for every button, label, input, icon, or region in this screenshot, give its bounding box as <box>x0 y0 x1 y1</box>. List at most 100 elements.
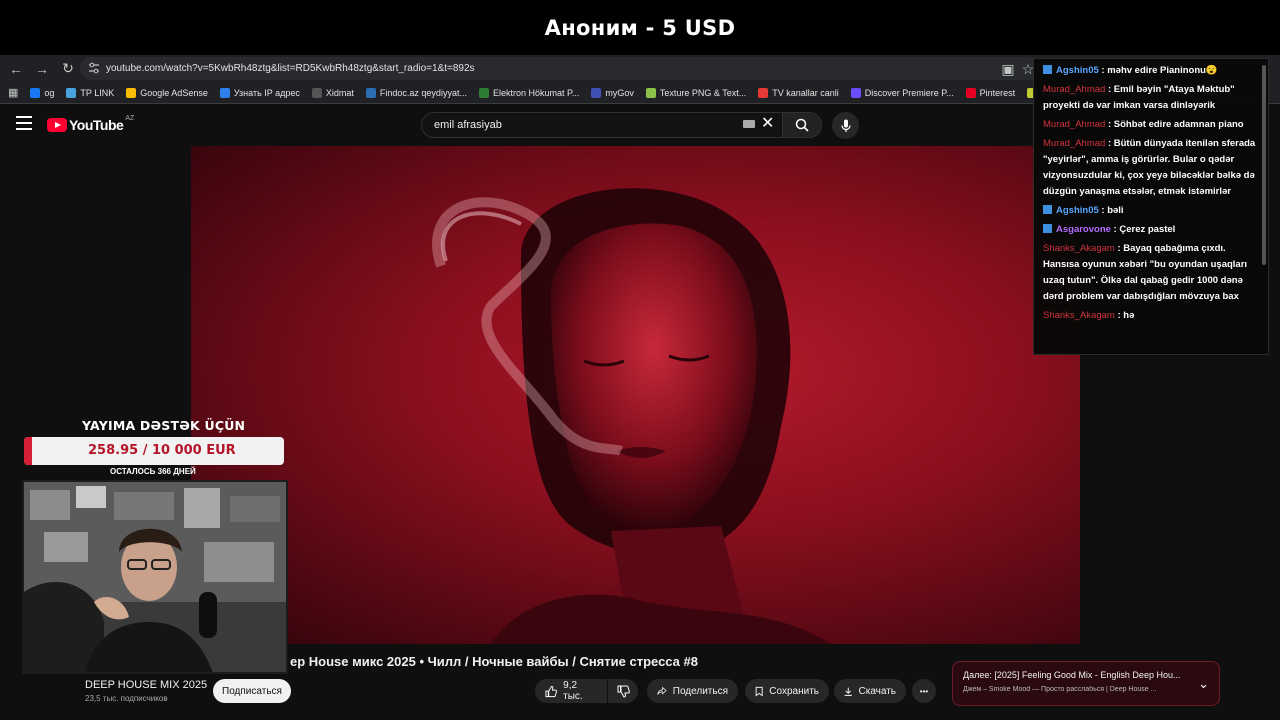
site-settings-icon[interactable] <box>88 62 100 74</box>
ip-icon <box>219 87 230 98</box>
dislike-button[interactable] <box>608 679 638 703</box>
pinterest-icon <box>965 87 976 98</box>
bookmark-label: Pinterest <box>979 87 1016 98</box>
menu-icon[interactable] <box>16 116 32 130</box>
bookmark-item[interactable]: og <box>30 87 55 98</box>
url-bar[interactable]: youtube.com/watch?v=5KwbRh48ztg&list=RD5… <box>80 57 1040 80</box>
chat-username[interactable]: Agshin05 <box>1056 65 1099 76</box>
bookmark-item[interactable]: Google AdSense <box>126 87 208 98</box>
up-next-subtitle: Джем – Smoke Mood — Просто расслабься | … <box>963 686 1157 693</box>
viewer-badge-icon <box>1043 224 1052 233</box>
chat-username[interactable]: Murad_Ahmad <box>1043 84 1105 95</box>
share-icon <box>657 686 667 695</box>
save-button[interactable]: Сохранить <box>745 679 829 703</box>
bookmark-item[interactable]: Texture PNG & Text... <box>645 87 747 98</box>
url-text: youtube.com/watch?v=5KwbRh48ztg&list=RD5… <box>106 63 475 74</box>
google-icon <box>126 87 137 98</box>
clear-search-icon[interactable]: ✕ <box>761 115 774 133</box>
tplink-icon <box>66 87 77 98</box>
chat-username[interactable]: Agshin05 <box>1056 205 1099 216</box>
video-player[interactable] <box>191 146 1080 644</box>
bookmark-label: myGov <box>605 87 634 98</box>
chat-message: Asgarovone : Çerez pastel <box>1043 222 1260 238</box>
chat-text: : Söhbət edire adamnan piano <box>1105 119 1244 130</box>
search-button[interactable] <box>782 112 822 138</box>
bookmark-item[interactable]: Xidmat <box>311 87 354 98</box>
up-next-title: Далее: [2025] Feeling Good Mix - English… <box>963 670 1181 680</box>
texture-icon <box>645 87 656 98</box>
subscribe-button[interactable]: Подписаться <box>213 679 291 703</box>
thumbs-down-icon <box>617 685 630 698</box>
more-actions-button[interactable]: ••• <box>912 679 936 703</box>
chat-username[interactable]: Shanks_Akagam <box>1043 243 1115 254</box>
donation-alert-banner: Аноним - 5 USD <box>0 0 1280 56</box>
subscriber-count: 23,5 тыс. подписчиков <box>85 694 168 703</box>
youtube-play-icon <box>47 118 67 132</box>
bookmark-label: Texture PNG & Text... <box>659 87 747 98</box>
youtube-wordmark: YouTube <box>69 117 124 133</box>
chat-username[interactable]: Asgarovone <box>1056 224 1111 235</box>
channel-name[interactable]: DEEP HOUSE MIX 2025 <box>85 679 207 691</box>
bookmark-label: TV kanallar canli <box>772 87 839 98</box>
stream-chat-overlay: Agshin05 : məhv edire Pianinonu😮 Murad_Ah… <box>1033 58 1269 355</box>
bookmark-item[interactable]: Pinterest <box>965 87 1016 98</box>
chat-message: Shanks_Akagam : hə <box>1043 308 1260 324</box>
bookmark-item[interactable]: Узнать IP адрес <box>219 87 300 98</box>
save-label: Сохранить <box>769 685 819 697</box>
chat-message: Shanks_Akagam : Bayaq qabağıma çıxdı. Ha… <box>1043 241 1260 305</box>
search-query: emil afrasiyab <box>434 119 502 131</box>
premiere-icon <box>850 87 861 98</box>
bookmark-label: og <box>44 87 55 98</box>
donation-days-left: ОСТАЛОСЬ 366 ДНЕЙ <box>110 467 196 476</box>
donation-alert-text: Аноним - 5 USD <box>544 16 736 40</box>
chat-username[interactable]: Murad_Ahmad <box>1043 119 1105 130</box>
bookmark-item[interactable]: TV kanallar canli <box>758 87 839 98</box>
thumbs-up-icon <box>545 685 557 697</box>
webcam-image <box>24 482 286 672</box>
chat-username[interactable]: Murad_Ahmad <box>1043 138 1105 149</box>
search-input[interactable]: emil afrasiyab <box>421 112 783 138</box>
bookmark-label: TP LINK <box>80 87 115 98</box>
bookmark-label: Xidmat <box>325 87 354 98</box>
bookmark-item[interactable]: Elektron Hökumat P... <box>478 87 580 98</box>
download-button[interactable]: Скачать <box>834 679 906 703</box>
bookmark-item[interactable]: Discover Premiere P... <box>850 87 954 98</box>
video-frame-image <box>432 188 831 644</box>
chat-message: Murad_Ahmad : Bütün dünyada itenilən sfe… <box>1043 136 1260 200</box>
bookmark-item[interactable]: TP LINK <box>66 87 115 98</box>
like-button[interactable]: 9,2 тыс. <box>535 679 607 703</box>
download-label: Скачать <box>858 685 897 697</box>
search-icon <box>795 118 809 132</box>
country-code: AZ <box>125 114 135 122</box>
viewer-badge-icon <box>1043 205 1052 214</box>
up-next-card[interactable]: Далее: [2025] Feeling Good Mix - English… <box>952 661 1220 706</box>
apps-icon[interactable]: ▦ <box>8 86 18 99</box>
share-button[interactable]: Поделиться <box>647 679 738 703</box>
bookmark-item[interactable]: myGov <box>591 87 634 98</box>
tv-icon <box>758 87 769 98</box>
bookmark-icon <box>755 686 763 697</box>
reload-button[interactable]: ↻ <box>56 57 80 81</box>
chat-message: Murad_Ahmad : Emil bəyin "Ataya Məktub" … <box>1043 82 1260 114</box>
chat-message: Agshin05 : bəli <box>1043 203 1260 219</box>
forward-button[interactable]: → <box>30 57 54 81</box>
keyboard-icon[interactable] <box>743 120 755 128</box>
globe-icon <box>478 87 489 98</box>
findoc-icon <box>365 87 376 98</box>
bookmark-label: Google AdSense <box>140 87 208 98</box>
donation-progress-fill <box>24 437 32 465</box>
voice-search-button[interactable] <box>832 112 859 139</box>
bookmark-label: Elektron Hökumat P... <box>492 87 580 98</box>
back-button[interactable]: ← <box>4 57 28 81</box>
youtube-logo[interactable]: YouTube AZ <box>47 114 135 133</box>
donation-amount: 258.95 / 10 000 EUR <box>88 443 236 458</box>
bookmark-item[interactable]: Findoc.az qeydiyyat... <box>365 87 467 98</box>
chat-message: Agshin05 : məhv edire Pianinonu😮 <box>1043 63 1260 79</box>
chat-message-list: Agshin05 : məhv edire Pianinonu😮 Murad_Ah… <box>1043 63 1260 324</box>
chat-username[interactable]: Shanks_Akagam <box>1043 310 1115 321</box>
share-label: Поделиться <box>672 685 728 697</box>
chevron-down-icon[interactable]: ⌄ <box>1198 676 1209 692</box>
chat-scrollbar[interactable] <box>1262 65 1266 265</box>
chat-text: : hə <box>1114 310 1135 321</box>
streamer-webcam <box>22 480 288 674</box>
